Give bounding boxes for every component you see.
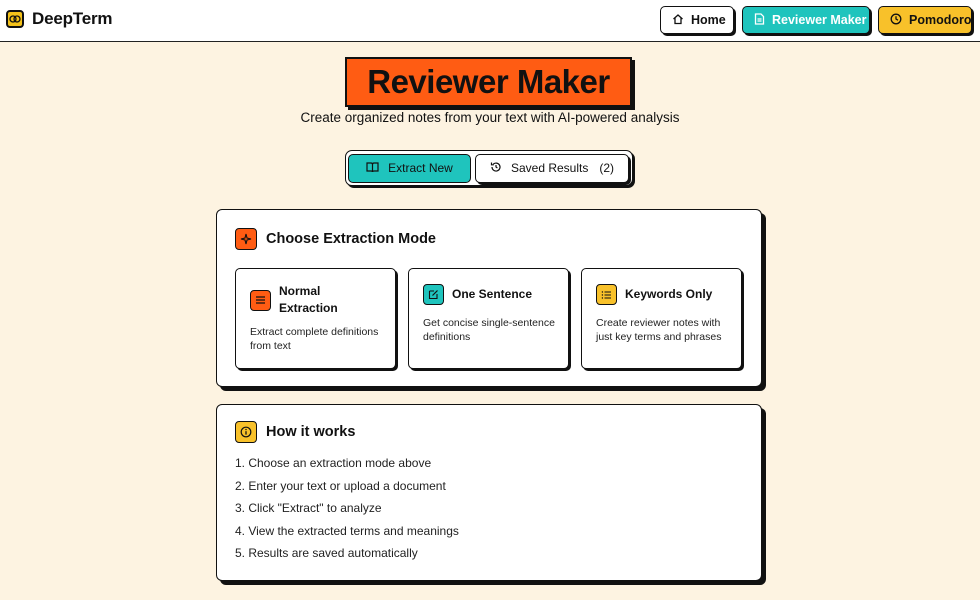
pomodoro-label: Pomodoro [909, 13, 972, 27]
how-it-works-card: How it works 1. Choose an extraction mod… [216, 404, 762, 581]
mode-keywords-header: Keywords Only [596, 284, 712, 305]
nav-buttons: Home Reviewer Maker Pomodoro [660, 6, 972, 34]
saved-count-badge: (2) [599, 161, 615, 175]
list-icon [596, 284, 617, 305]
extraction-mode-title: Choose Extraction Mode [266, 231, 436, 247]
brand[interactable]: DeepTerm [6, 9, 112, 29]
tab-saved-label: Saved Results [510, 161, 589, 175]
document-icon [754, 12, 765, 28]
edit-icon [423, 284, 444, 305]
history-icon [490, 161, 502, 176]
brand-name: DeepTerm [32, 9, 113, 28]
mode-one-sentence-title: One Sentence [452, 287, 533, 301]
home-icon [672, 13, 684, 28]
step-item: 1. Choose an extraction mode above [235, 456, 432, 470]
sparkle-icon [235, 228, 257, 250]
mode-keywords-desc: Create reviewer notes with just key term… [596, 317, 722, 343]
tab-extract-new[interactable]: Extract New [348, 153, 471, 183]
pomodoro-button[interactable]: Pomodoro [878, 6, 972, 34]
book-icon [366, 161, 379, 176]
tab-extract-label: Extract New [388, 161, 453, 175]
lines-icon [250, 289, 271, 311]
how-it-works-header: How it works [235, 421, 355, 443]
mode-normal-desc: Extract complete definitions from text [250, 326, 379, 352]
mode-one-sentence-header: One Sentence [423, 284, 532, 305]
page-title-box: Reviewer Maker [345, 57, 632, 107]
steps-list: 1. Choose an extraction mode above 2. En… [235, 455, 459, 568]
home-label: Home [691, 13, 726, 27]
how-it-works-title: How it works [266, 424, 356, 440]
mode-normal-header: Normal Extraction [250, 283, 349, 317]
top-navbar: DeepTerm Home Reviewer Maker Pomodoro [0, 0, 980, 42]
extraction-mode-card: Choose Extraction Mode Normal Extraction… [216, 209, 762, 387]
mode-normal-title: Normal Extraction [279, 284, 338, 315]
reviewer-maker-label: Reviewer Maker [772, 13, 867, 27]
mode-options: Normal Extraction Extract complete defin… [235, 268, 742, 369]
mode-tabs: Extract New Saved Results (2) [345, 150, 633, 186]
mode-keywords-only[interactable]: Keywords Only Create reviewer notes with… [581, 268, 742, 369]
mode-normal-extraction[interactable]: Normal Extraction Extract complete defin… [235, 268, 396, 369]
step-item: 2. Enter your text or upload a document [235, 478, 446, 493]
step-item: 4. View the extracted terms and meanings [235, 523, 459, 538]
reviewer-maker-button[interactable]: Reviewer Maker [742, 6, 870, 34]
step-item: 3. Click "Extract" to analyze [235, 501, 382, 516]
brain-icon [6, 10, 24, 28]
page-title: Reviewer Maker [367, 63, 610, 100]
mode-one-sentence[interactable]: One Sentence Get concise single-sentence… [408, 268, 569, 369]
page-subtitle: Create organized notes from your text wi… [300, 110, 680, 125]
clock-icon [890, 13, 902, 28]
extraction-mode-header: Choose Extraction Mode [235, 228, 436, 250]
home-button[interactable]: Home [660, 6, 734, 34]
step-item: 5. Results are saved automatically [235, 546, 418, 561]
mode-one-sentence-desc: Get concise single-sentence definitions [423, 317, 555, 343]
mode-keywords-title: Keywords Only [625, 287, 713, 301]
tab-saved-results[interactable]: Saved Results (2) [475, 153, 629, 183]
info-icon [235, 421, 257, 443]
